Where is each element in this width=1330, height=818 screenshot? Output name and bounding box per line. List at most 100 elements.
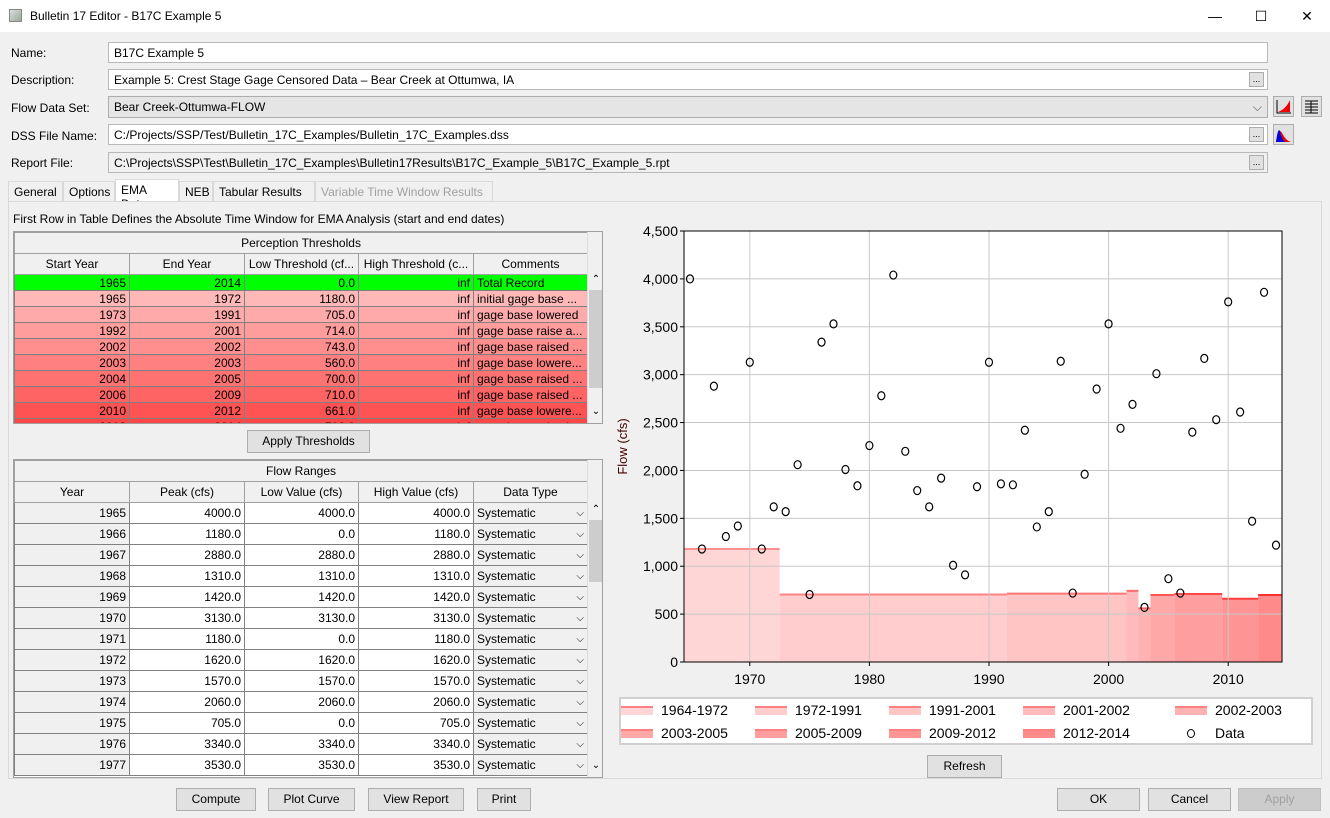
table-cell[interactable]: 2002: [14, 338, 130, 355]
table-cell[interactable]: 3340.0: [129, 733, 245, 755]
view-report-button[interactable]: View Report: [368, 788, 464, 811]
table-cell[interactable]: inf: [358, 354, 474, 371]
table-cell[interactable]: inf: [358, 274, 474, 291]
table-cell[interactable]: 560.0: [244, 354, 359, 371]
column-header[interactable]: Peak (cfs): [129, 481, 245, 503]
table-cell[interactable]: Systematic ⌵: [473, 607, 588, 629]
table-cell[interactable]: 1420.0: [129, 586, 245, 608]
table-cell[interactable]: inf: [358, 370, 474, 387]
scroll-up-icon[interactable]: ⌃: [588, 274, 602, 285]
refresh-button[interactable]: Refresh: [927, 755, 1002, 778]
tab-variable-time-window-results[interactable]: Variable Time Window Results: [315, 181, 493, 202]
table-cell[interactable]: 1570.0: [129, 670, 245, 692]
table-row[interactable]: 2003 2003 560.0 inf gage base lowere...: [14, 354, 589, 371]
table-row[interactable]: 1972 1620.0 1620.0 1620.0 Systematic ⌵: [14, 649, 588, 671]
print-button[interactable]: Print: [477, 788, 531, 811]
table-cell[interactable]: 700.0: [244, 370, 359, 387]
table-cell[interactable]: Systematic ⌵: [473, 754, 588, 776]
table-cell[interactable]: inf: [358, 306, 474, 323]
table-cell[interactable]: gage base raised ...: [472, 386, 589, 403]
column-header[interactable]: Low Value (cfs): [244, 481, 359, 503]
table-cell[interactable]: 1969: [14, 586, 130, 608]
thresholds-scrollbar[interactable]: ⌃ ⌄: [587, 232, 602, 423]
table-cell[interactable]: 2003: [14, 354, 130, 371]
table-cell[interactable]: gage base lowere...: [472, 354, 589, 371]
data-type-dropdown[interactable]: Systematic ⌵: [477, 674, 584, 688]
table-cell[interactable]: 1976: [14, 733, 130, 755]
histogram-icon[interactable]: [1273, 124, 1294, 145]
table-cell[interactable]: 3130.0: [358, 607, 474, 629]
column-header[interactable]: Data Type: [473, 481, 588, 503]
maximize-button[interactable]: ☐: [1238, 0, 1284, 32]
table-cell[interactable]: 2060.0: [129, 691, 245, 713]
table-cell[interactable]: 1967: [14, 544, 130, 566]
table-cell[interactable]: 705.0: [129, 712, 245, 734]
table-row[interactable]: 1974 2060.0 2060.0 2060.0 Systematic ⌵: [14, 691, 588, 713]
table-cell[interactable]: 1180.0: [129, 628, 245, 650]
table-cell[interactable]: inf: [358, 418, 474, 423]
table-cell[interactable]: 1970: [14, 607, 130, 629]
table-cell[interactable]: 2013: [14, 418, 130, 423]
table-cell[interactable]: Systematic ⌵: [473, 544, 588, 566]
apply-button[interactable]: Apply: [1238, 788, 1321, 811]
flow-data-set-dropdown[interactable]: Bear Creek-Ottumwa-FLOW ⌵: [108, 96, 1268, 118]
table-cell[interactable]: 3530.0: [358, 754, 474, 776]
table-cell[interactable]: 743.0: [244, 338, 359, 355]
data-type-dropdown[interactable]: Systematic ⌵: [477, 590, 584, 604]
table-cell[interactable]: 1180.0: [244, 290, 359, 307]
table-row[interactable]: 20132014700.0infgage base raised ...: [14, 418, 589, 423]
table-cell[interactable]: 1991: [129, 306, 245, 323]
table-cell[interactable]: 1973: [14, 306, 130, 323]
table-cell[interactable]: Systematic ⌵: [473, 649, 588, 671]
data-type-dropdown[interactable]: Systematic ⌵: [477, 506, 584, 520]
flow-ranges-scrollbar[interactable]: ⌃ ⌄: [587, 460, 602, 777]
table-row[interactable]: 2010 2012 661.0 inf gage base lowere...: [14, 402, 589, 419]
table-cell[interactable]: 1570.0: [244, 670, 359, 692]
table-cell[interactable]: 1620.0: [129, 649, 245, 671]
table-cell[interactable]: 1966: [14, 523, 130, 545]
table-cell[interactable]: Systematic ⌵: [473, 733, 588, 755]
table-cell[interactable]: 700.0: [244, 418, 359, 423]
scroll-thumb[interactable]: [589, 520, 602, 582]
scroll-down-icon[interactable]: ⌄: [588, 760, 602, 771]
table-row[interactable]: 1965 1972 1180.0 inf initial gage base ...: [14, 290, 589, 307]
description-input[interactable]: Example 5: Crest Stage Gage Censored Dat…: [108, 69, 1268, 90]
table-cell[interactable]: 710.0: [244, 386, 359, 403]
report-browse-button[interactable]: ...: [1249, 155, 1264, 170]
table-cell[interactable]: inf: [358, 386, 474, 403]
table-cell[interactable]: 1310.0: [358, 565, 474, 587]
table-cell[interactable]: 1973: [14, 670, 130, 692]
table-cell[interactable]: 4000.0: [129, 502, 245, 524]
table-cell[interactable]: inf: [358, 290, 474, 307]
table-row[interactable]: 1975 705.0 0.0 705.0 Systematic ⌵: [14, 712, 588, 734]
data-type-dropdown[interactable]: Systematic ⌵: [477, 632, 584, 646]
plot-curve-button[interactable]: Plot Curve: [268, 788, 355, 811]
table-cell[interactable]: Systematic ⌵: [473, 586, 588, 608]
report-file-input[interactable]: C:\Projects\SSP\Test\Bulletin_17C_Exampl…: [108, 152, 1268, 173]
table-cell[interactable]: 1972: [129, 290, 245, 307]
table-cell[interactable]: 2002: [129, 338, 245, 355]
table-cell[interactable]: 2004: [14, 370, 130, 387]
table-cell[interactable]: 2014: [129, 418, 245, 423]
table-cell[interactable]: 1420.0: [358, 586, 474, 608]
table-row[interactable]: 1965 4000.0 4000.0 4000.0 Systematic ⌵: [14, 502, 588, 524]
table-cell[interactable]: 1974: [14, 691, 130, 713]
table-row[interactable]: 1973 1991 705.0 inf gage base lowered: [14, 306, 589, 323]
table-cell[interactable]: gage base lowere...: [472, 402, 589, 419]
table-cell[interactable]: initial gage base ...: [472, 290, 589, 307]
table-cell[interactable]: 661.0: [244, 402, 359, 419]
table-cell[interactable]: gage base raised ...: [472, 338, 589, 355]
tab-options[interactable]: Options: [63, 181, 115, 202]
table-cell[interactable]: 1965: [14, 290, 130, 307]
table-row[interactable]: 2002 2002 743.0 inf gage base raised ...: [14, 338, 589, 355]
table-row[interactable]: 1969 1420.0 1420.0 1420.0 Systematic ⌵: [14, 586, 588, 608]
table-cell[interactable]: 1570.0: [358, 670, 474, 692]
table-cell[interactable]: 1968: [14, 565, 130, 587]
table-cell[interactable]: 2014: [129, 274, 245, 291]
data-type-dropdown[interactable]: Systematic ⌵: [477, 569, 584, 583]
plot-frequency-curve-icon[interactable]: [1273, 96, 1294, 117]
apply-thresholds-button[interactable]: Apply Thresholds: [247, 430, 370, 453]
table-cell[interactable]: Total Record: [472, 274, 589, 291]
table-icon[interactable]: [1301, 96, 1322, 117]
table-cell[interactable]: 1965: [14, 274, 130, 291]
